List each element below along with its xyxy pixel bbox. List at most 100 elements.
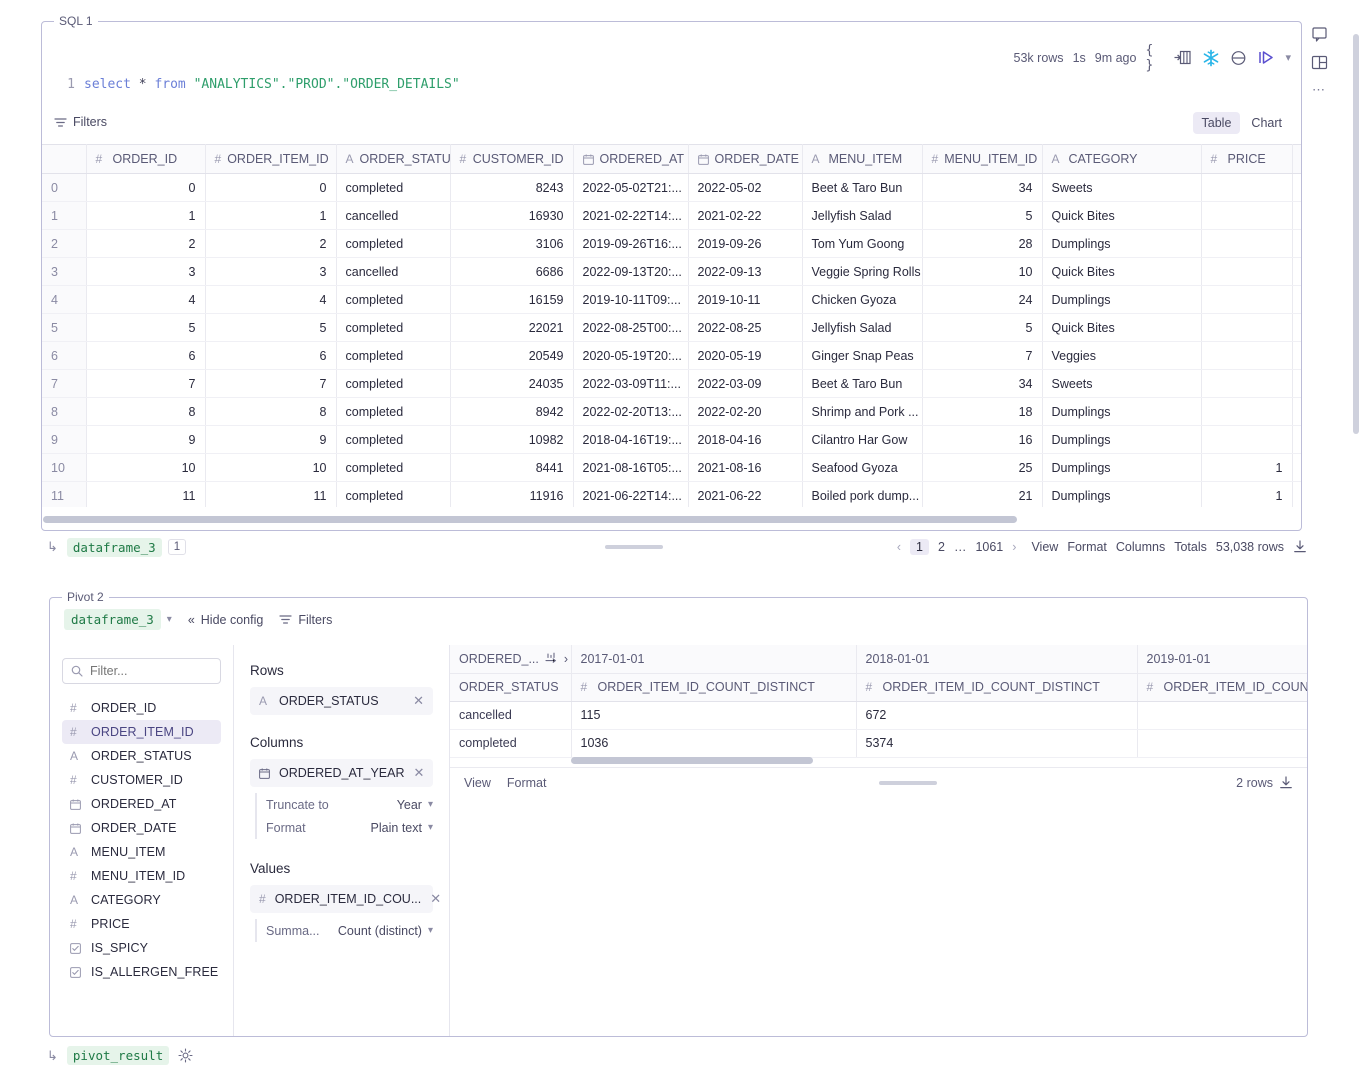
cell-price[interactable]: 1 — [1201, 454, 1292, 482]
cell-order-item-id[interactable]: 7 — [205, 370, 336, 398]
cell-menu-item-id[interactable]: 10 — [922, 258, 1042, 286]
pivot-horizontal-scrollbar[interactable] — [571, 757, 813, 764]
pivot-field-order-date[interactable]: ORDER_DATE — [62, 816, 221, 840]
pivot-value-cell[interactable]: 5374 — [856, 729, 1137, 757]
column-header-customer-id[interactable]: #CUSTOMER_ID — [450, 145, 573, 174]
cell-order-date[interactable]: 2021-06-22 — [688, 482, 802, 508]
cell-order-status[interactable]: completed — [336, 398, 450, 426]
cell-ordered-at[interactable]: 2022-08-25T00:... — [573, 314, 688, 342]
tab-table[interactable]: Table — [1193, 112, 1241, 134]
more-options-icon[interactable]: ⋯ — [1312, 82, 1326, 98]
pivot-value-cell[interactable] — [1137, 729, 1307, 757]
cell-price[interactable]: 1 — [1201, 482, 1292, 508]
page-vertical-scrollbar[interactable] — [1353, 34, 1359, 434]
table-row[interactable]: 101010completed84412021-08-16T05:...2021… — [42, 454, 1301, 482]
cell-category[interactable]: Quick Bites — [1042, 202, 1201, 230]
cell-order-status[interactable]: completed — [336, 314, 450, 342]
snowflake-icon[interactable] — [1201, 48, 1220, 67]
cell-customer-id[interactable]: 22021 — [450, 314, 573, 342]
cell-customer-id[interactable]: 24035 — [450, 370, 573, 398]
table-row[interactable]: 888completed89422022-02-20T13:...2022-02… — [42, 398, 1301, 426]
cell-order-date[interactable]: 2022-02-20 — [688, 398, 802, 426]
download-icon[interactable] — [1293, 540, 1307, 554]
cell-menu-item-id[interactable]: 25 — [922, 454, 1042, 482]
filters-button[interactable]: Filters — [54, 115, 107, 129]
pivot-field-ordered-at[interactable]: ORDERED_AT — [62, 792, 221, 816]
cell-category[interactable]: Sweets — [1042, 174, 1201, 202]
column-header-category[interactable]: ACATEGORY — [1042, 145, 1201, 174]
cell-category[interactable]: Dumplings — [1042, 398, 1201, 426]
pivot-field-customer-id[interactable]: #CUSTOMER_ID — [62, 768, 221, 792]
column-header-order-id[interactable]: #ORDER_ID — [86, 145, 205, 174]
cell-order-date[interactable]: 2018-04-16 — [688, 426, 802, 454]
cell-price[interactable] — [1201, 426, 1292, 454]
cell-ordered-at[interactable]: 2022-03-09T11:... — [573, 370, 688, 398]
pivot-field-price[interactable]: #PRICE — [62, 912, 221, 936]
cell-ordered-at[interactable]: 2019-10-11T09:... — [573, 286, 688, 314]
cell-customer-id[interactable]: 11916 — [450, 482, 573, 508]
pivot-field-order-item-id[interactable]: #ORDER_ITEM_ID — [62, 720, 221, 744]
cell-order-item-id[interactable]: 6 — [205, 342, 336, 370]
cell-order-id[interactable]: 3 — [86, 258, 205, 286]
cell-order-date[interactable]: 2021-02-22 — [688, 202, 802, 230]
json-braces-icon[interactable]: { } — [1145, 48, 1164, 67]
cell-order-date[interactable]: 2022-09-13 — [688, 258, 802, 286]
pivot-filters-button[interactable]: Filters — [279, 613, 332, 627]
run-icon[interactable] — [1257, 48, 1276, 67]
table-row[interactable]: 333cancelled66862022-09-13T20:...2022-09… — [42, 258, 1301, 286]
pivot-field-is-allergen-free[interactable]: IS_ALLERGEN_FREE — [62, 960, 221, 984]
cell-menu-item[interactable]: Shrimp and Pork ... — [802, 398, 922, 426]
pivot-table-row[interactable]: completed10365374 — [450, 729, 1307, 757]
cell-order-status[interactable]: completed — [336, 342, 450, 370]
cell-customer-id[interactable]: 16159 — [450, 286, 573, 314]
cell-order-date[interactable]: 2022-05-02 — [688, 174, 802, 202]
cell-customer-id[interactable]: 3106 — [450, 230, 573, 258]
cell-menu-item[interactable]: Jellyfish Salad — [802, 202, 922, 230]
cell-order-item-id[interactable]: 8 — [205, 398, 336, 426]
page-2-button[interactable]: 2 — [938, 540, 945, 554]
cell-customer-id[interactable]: 8942 — [450, 398, 573, 426]
cell-category[interactable]: Dumplings — [1042, 286, 1201, 314]
remove-icon[interactable]: ✕ — [430, 891, 441, 907]
cell-order-id[interactable]: 10 — [86, 454, 205, 482]
cell-order-id[interactable]: 11 — [86, 482, 205, 508]
cell-category[interactable]: Dumplings — [1042, 230, 1201, 258]
cell-menu-item-id[interactable]: 5 — [922, 314, 1042, 342]
cell-order-status[interactable]: completed — [336, 286, 450, 314]
cell-ordered-at[interactable]: 2022-09-13T20:... — [573, 258, 688, 286]
comment-icon[interactable] — [1311, 26, 1328, 43]
cell-order-item-id[interactable]: 10 — [205, 454, 336, 482]
totals-menu-button[interactable]: Totals — [1174, 540, 1207, 554]
column-header-order-status[interactable]: AORDER_STATUS — [336, 145, 450, 174]
table-row[interactable]: 666completed205492020-05-19T20:...2020-0… — [42, 342, 1301, 370]
cell-ordered-at[interactable]: 2022-02-20T13:... — [573, 398, 688, 426]
columns-chip-ordered-at-year[interactable]: ORDERED_AT_YEAR ✕ — [250, 759, 433, 787]
cell-price[interactable] — [1201, 174, 1292, 202]
cell-menu-item-id[interactable]: 34 — [922, 174, 1042, 202]
cell-price[interactable] — [1201, 314, 1292, 342]
pivot-table-row[interactable]: cancelled115672 — [450, 701, 1307, 729]
pivot-field-order-status[interactable]: AORDER_STATUS — [62, 744, 221, 768]
cell-resize-grabber[interactable] — [605, 545, 663, 549]
cell-menu-item-id[interactable]: 34 — [922, 370, 1042, 398]
cell-ordered-at[interactable]: 2021-02-22T14:... — [573, 202, 688, 230]
pivot-field-category[interactable]: ACATEGORY — [62, 888, 221, 912]
cell-customer-id[interactable]: 6686 — [450, 258, 573, 286]
cell-order-id[interactable]: 0 — [86, 174, 205, 202]
pivot-field-menu-item[interactable]: AMENU_ITEM — [62, 840, 221, 864]
cell-price[interactable] — [1201, 342, 1292, 370]
pivot-expand-icon[interactable]: › — [564, 652, 568, 666]
cell-customer-id[interactable]: 8441 — [450, 454, 573, 482]
cell-ordered-at[interactable]: 2019-09-26T16:... — [573, 230, 688, 258]
column-header-order-item-id[interactable]: #ORDER_ITEM_ID — [205, 145, 336, 174]
cell-menu-item-id[interactable]: 24 — [922, 286, 1042, 314]
remove-icon[interactable]: ✕ — [414, 765, 425, 781]
cell-menu-item[interactable]: Veggie Spring Rolls — [802, 258, 922, 286]
cell-order-item-id[interactable]: 0 — [205, 174, 336, 202]
tab-chart[interactable]: Chart — [1242, 112, 1291, 134]
cell-price[interactable] — [1201, 286, 1292, 314]
cell-order-item-id[interactable]: 2 — [205, 230, 336, 258]
cell-order-item-id[interactable]: 5 — [205, 314, 336, 342]
pivot-field-menu-item-id[interactable]: #MENU_ITEM_ID — [62, 864, 221, 888]
cell-order-date[interactable]: 2022-08-25 — [688, 314, 802, 342]
